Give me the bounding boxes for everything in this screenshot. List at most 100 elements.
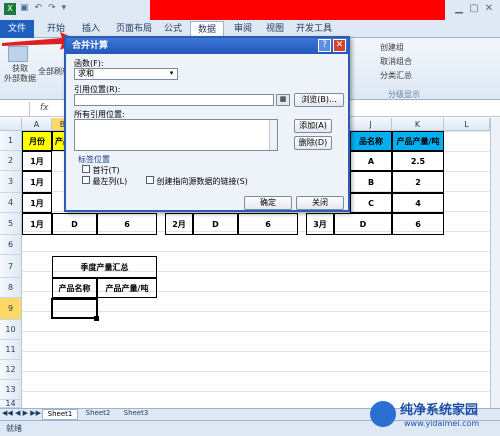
row-header[interactable]: 14 (0, 400, 22, 408)
watermark-logo-icon (370, 401, 396, 427)
browse-button[interactable]: 浏览(B)... (294, 93, 344, 107)
list-scrollbar[interactable] (269, 120, 277, 150)
table-cell[interactable]: 6 (97, 213, 157, 235)
table-cell[interactable]: 3月 (306, 213, 334, 235)
table-cell[interactable]: 6 (392, 213, 444, 235)
row-header[interactable]: 11 (0, 340, 22, 360)
table-cell[interactable]: C (350, 193, 392, 213)
row-header[interactable]: 12 (0, 360, 22, 380)
summary-header-product-name[interactable]: 产品名称 (52, 278, 97, 298)
tab-data[interactable]: 数据 (190, 21, 224, 37)
table-cell[interactable]: 2.5 (392, 151, 444, 171)
consolidate-dialog: 合并计算 ? ✕ 函数(F): 求和 ▾ 引用位置(R): ▦ 浏览(B)...… (64, 36, 350, 212)
row-header[interactable]: 7 (0, 255, 22, 278)
row-header[interactable]: 10 (0, 320, 22, 340)
ungroup-button[interactable]: 取消组合 (380, 56, 412, 67)
row-header[interactable]: 2 (0, 151, 22, 171)
save-icon[interactable]: ▣ (20, 3, 35, 13)
cell-header-output[interactable]: 产品产量/吨 (392, 131, 444, 151)
table-cell[interactable]: 1月 (22, 213, 52, 235)
col-header[interactable]: A (22, 118, 52, 131)
left-column-label: 最左列(L) (92, 177, 128, 186)
table-cell[interactable]: 2月 (165, 213, 193, 235)
cell-header-month[interactable]: 月份 (22, 131, 52, 151)
ok-button[interactable]: 确定 (244, 196, 292, 210)
row-header[interactable]: 13 (0, 380, 22, 400)
table-cell[interactable]: 2 (392, 171, 444, 193)
active-cell[interactable] (51, 298, 98, 319)
create-group-button[interactable]: 创建组 (380, 42, 404, 53)
status-text: 就绪 (6, 424, 22, 433)
create-links-label: 创建指向源数据的链接(S) (156, 177, 248, 186)
table-cell[interactable]: 1月 (22, 193, 52, 213)
get-external-data-button[interactable]: 获取 外部数据 (2, 64, 38, 84)
dialog-close-button[interactable]: 关闭 (296, 196, 344, 210)
watermark: 纯净系统家园 www.yidaimei.com (370, 397, 498, 433)
table-cell[interactable]: 6 (238, 213, 298, 235)
summary-title-cell[interactable]: 季度产量汇总 (52, 256, 157, 278)
col-header[interactable]: L (444, 118, 490, 131)
minimize-icon[interactable]: ▁ (452, 3, 466, 15)
redo-icon[interactable]: ↷ (48, 3, 62, 13)
maximize-icon[interactable]: ▢ (467, 3, 481, 15)
delete-button[interactable]: 删除(D) (294, 136, 332, 150)
reference-input[interactable] (74, 94, 274, 106)
excel-logo-icon: X (4, 3, 16, 15)
sheet-tab-3[interactable]: Sheet3 (118, 409, 154, 420)
subtotal-button[interactable]: 分类汇总 (380, 70, 412, 81)
table-cell[interactable]: 1月 (22, 171, 52, 193)
table-cell[interactable]: D (193, 213, 238, 235)
first-row-label: 首行(T) (92, 166, 120, 175)
left-column-checkbox[interactable]: 最左列(L) (82, 176, 127, 187)
name-box[interactable] (0, 102, 30, 116)
summary-header-output[interactable]: 产品产量/吨 (97, 278, 157, 298)
tab-page-layout[interactable]: 页面布局 (110, 21, 158, 37)
dialog-title: 合并计算 (66, 38, 348, 54)
tab-review[interactable]: 审阅 (228, 21, 258, 37)
table-cell[interactable]: D (52, 213, 97, 235)
first-row-checkbox[interactable]: 首行(T) (82, 165, 120, 176)
table-cell[interactable]: B (350, 171, 392, 193)
table-cell[interactable]: A (350, 151, 392, 171)
row-header[interactable]: 3 (0, 171, 22, 193)
row-header[interactable]: 9 (0, 298, 22, 320)
title-redacted-bar (150, 0, 445, 20)
vertical-scrollbar[interactable] (490, 118, 500, 408)
function-select[interactable]: 求和 (74, 68, 178, 80)
tab-view[interactable]: 视图 (260, 21, 290, 37)
close-icon[interactable]: ✕ (482, 3, 496, 15)
watermark-url: www.yidaimei.com (404, 419, 480, 428)
table-cell[interactable]: D (334, 213, 392, 235)
tab-formulas[interactable]: 公式 (158, 21, 188, 37)
fill-handle[interactable] (94, 316, 99, 321)
undo-icon[interactable]: ↶ (35, 3, 49, 13)
row-header[interactable]: 6 (0, 235, 22, 255)
select-all-corner[interactable] (0, 118, 22, 131)
dialog-close-icon[interactable]: ✕ (333, 39, 346, 52)
add-button[interactable]: 添加(A) (294, 119, 332, 133)
quick-access-toolbar[interactable]: ▣↶↷▾ (20, 3, 110, 17)
row-header[interactable]: 4 (0, 193, 22, 213)
col-header[interactable]: K (392, 118, 444, 131)
sheet-tab-1[interactable]: Sheet1 (42, 409, 78, 420)
tab-developer[interactable]: 开发工具 (290, 21, 338, 37)
chevron-down-icon[interactable]: ▾ (166, 69, 177, 79)
outline-group-label: 分级显示 (388, 90, 420, 99)
row-header[interactable]: 1 (0, 131, 22, 151)
label-position-group: 标签位置 (78, 155, 110, 164)
row-header[interactable]: 8 (0, 278, 22, 298)
table-cell[interactable]: 4 (392, 193, 444, 213)
sheet-tab-2[interactable]: Sheet2 (80, 409, 116, 420)
row-header[interactable]: 5 (0, 213, 22, 235)
col-header[interactable]: J (350, 118, 392, 131)
help-icon[interactable]: ? (318, 39, 331, 52)
range-picker-icon[interactable]: ▦ (276, 94, 290, 106)
cell-header-product-name[interactable]: 品名称 (350, 131, 392, 151)
customize-icon[interactable]: ▾ (62, 3, 73, 13)
sheet-nav-icon[interactable]: ◀◀ ◀ ▶ ▶▶ (2, 409, 41, 417)
watermark-title: 纯净系统家园 (400, 403, 479, 418)
fx-icon[interactable]: fx (40, 103, 49, 113)
table-cell[interactable]: 1月 (22, 151, 52, 171)
all-references-list[interactable] (74, 119, 278, 151)
create-links-checkbox[interactable]: 创建指向源数据的链接(S) (146, 176, 248, 187)
